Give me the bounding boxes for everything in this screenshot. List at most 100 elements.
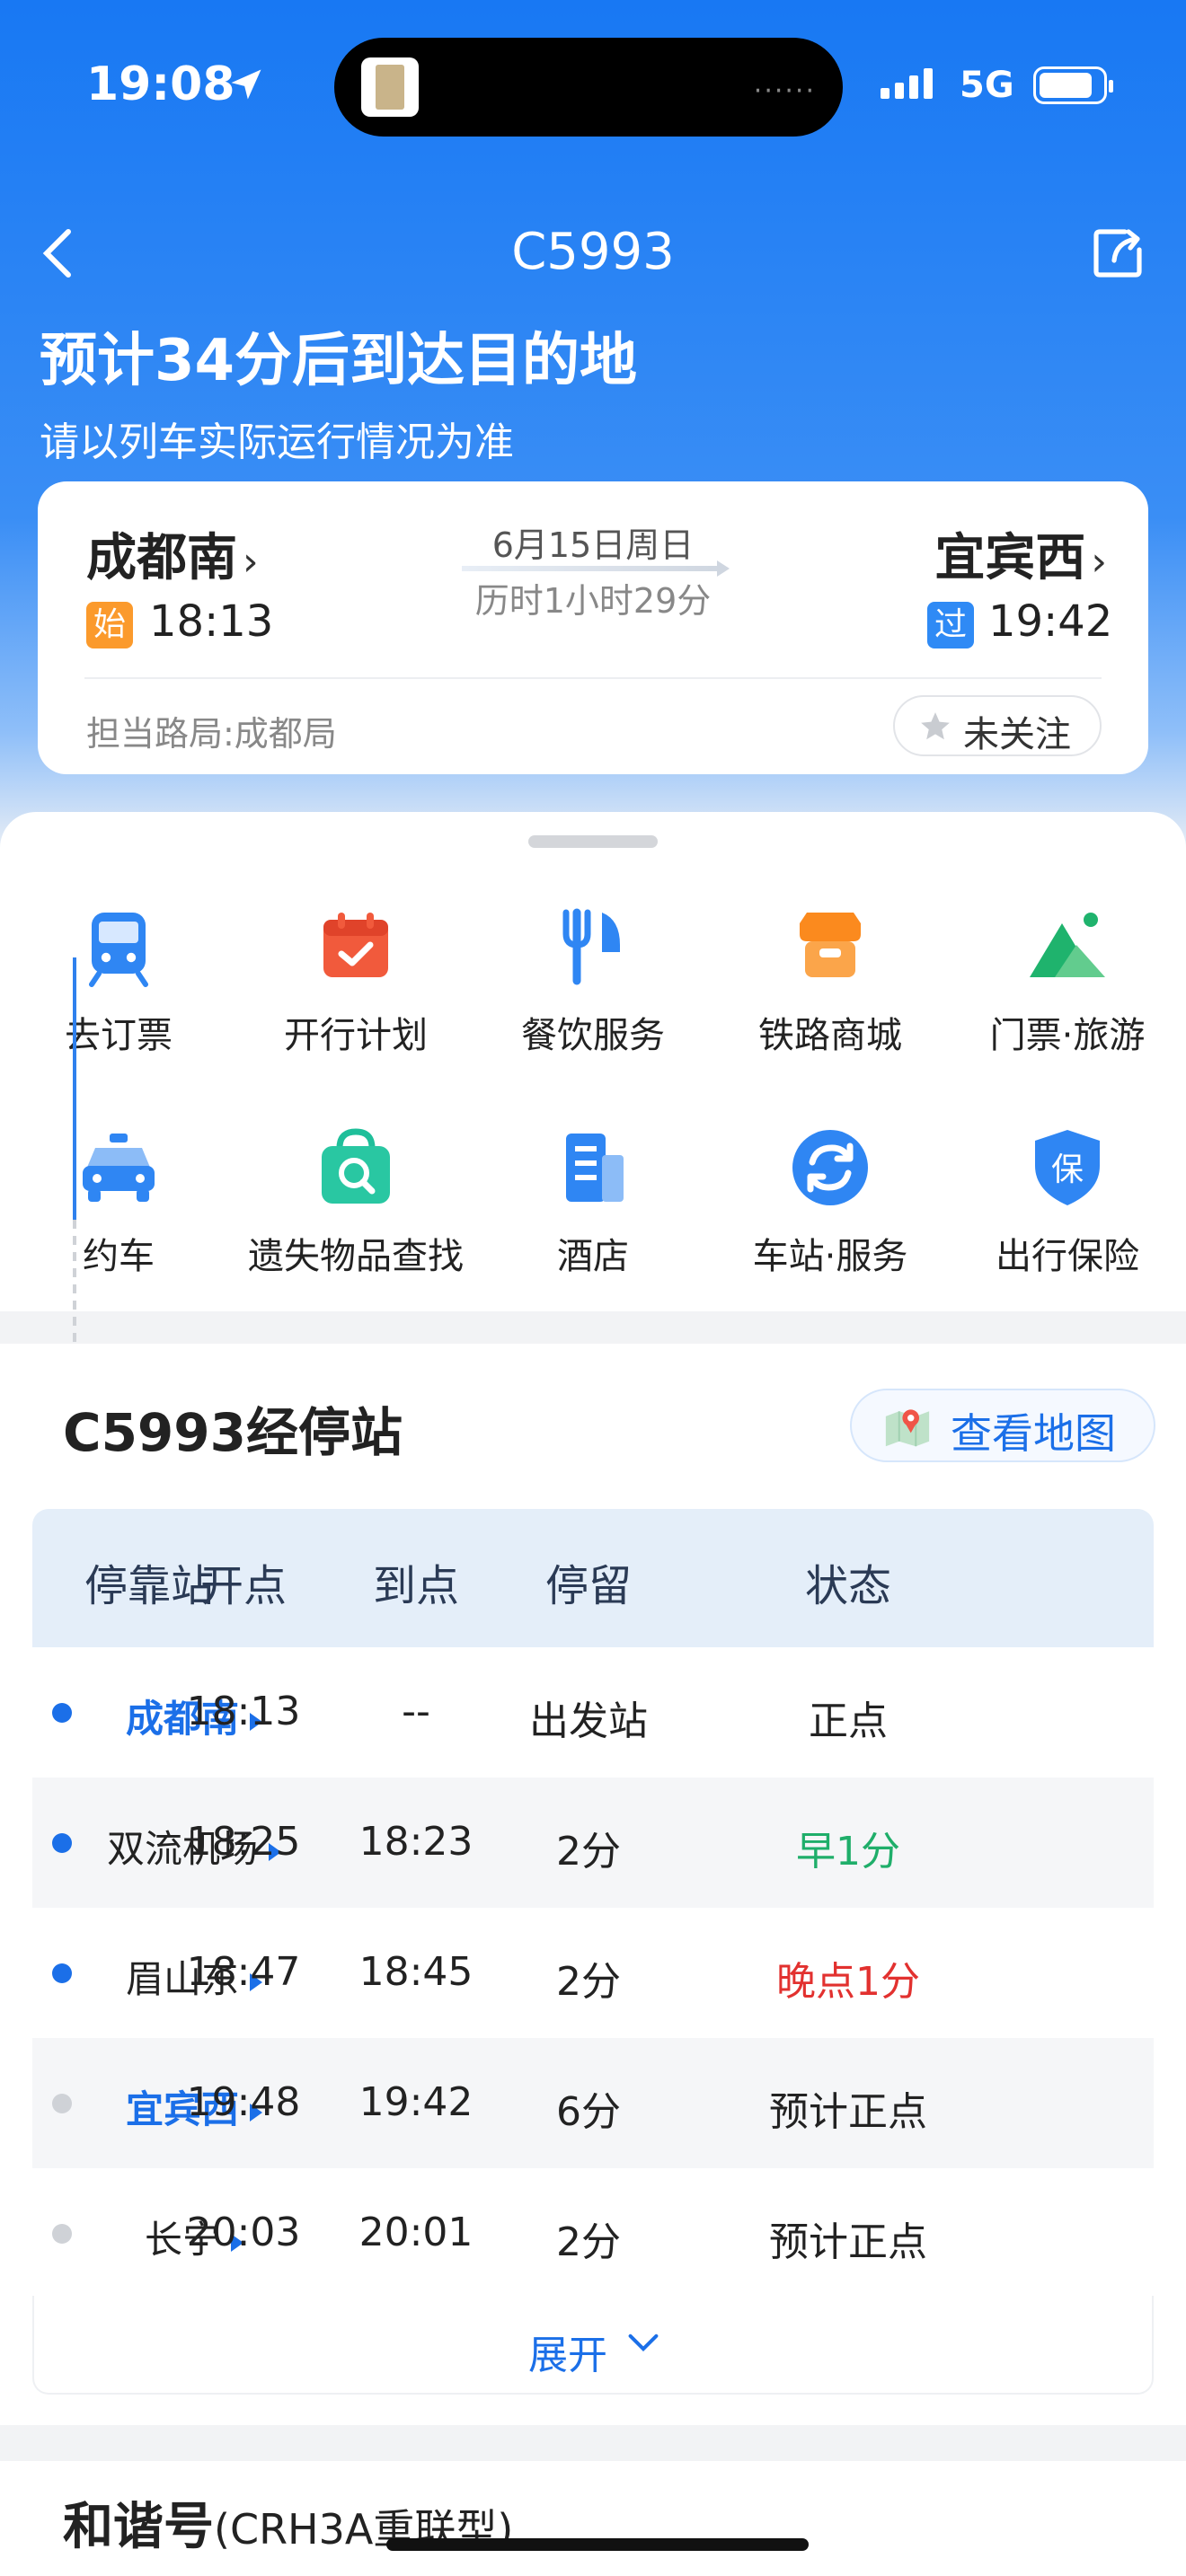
stop-status: 正点: [809, 1698, 888, 1744]
service-label: 遗失物品查找: [248, 1236, 464, 1277]
service-lost-found[interactable]: 遗失物品查找: [237, 1123, 474, 1279]
stop-depart: 20:03: [186, 2210, 301, 2255]
stop-depart: 18:13: [186, 1689, 301, 1734]
calendar-check-icon: [323, 913, 388, 977]
stops-title: C5993经停站: [63, 1402, 403, 1463]
bag-search-icon: [322, 1128, 390, 1204]
stop-arrive: 19:42: [358, 2079, 474, 2125]
table-row[interactable]: 宜宾西 19:48 19:42 6分 预计正点: [32, 2038, 1154, 2168]
home-indicator[interactable]: [386, 2538, 809, 2551]
route-line-upcoming: [73, 1220, 76, 1347]
view-map-button[interactable]: 查看地图: [850, 1389, 1155, 1462]
service-dining[interactable]: 餐饮服务: [474, 902, 712, 1058]
stop-dot: [52, 2224, 72, 2244]
stop-dot: [52, 1833, 72, 1853]
pass-badge: 过: [927, 602, 974, 648]
stop-arrive: 18:23: [358, 1819, 474, 1865]
drag-handle[interactable]: [528, 835, 658, 848]
shield-icon: 保: [1035, 1130, 1100, 1205]
train-model-name: 和谐号: [63, 2498, 214, 2556]
journey-card: 成都南 › 宜宾西 › 6月15日周日 历时1小时29分 始 18:13 过 19:…: [38, 481, 1148, 774]
train-icon: [89, 913, 148, 987]
stop-stay: 2分: [556, 1829, 621, 1875]
stop-dot: [52, 1963, 72, 1983]
origin-badge: 始: [86, 602, 133, 648]
service-insurance[interactable]: 保 出行保险: [949, 1123, 1186, 1279]
header-depart: 开点: [199, 1561, 287, 1611]
follow-button[interactable]: 未关注: [893, 695, 1102, 756]
app-thumbnail: [361, 57, 419, 117]
header-stay: 停留: [544, 1561, 632, 1611]
travel-date: 6月15日周日: [491, 525, 695, 565]
railway-bureau: 担当路局:成都局: [86, 714, 337, 754]
service-book-ticket[interactable]: 去订票: [0, 902, 237, 1058]
service-mall[interactable]: 铁路商城: [712, 902, 949, 1058]
service-label: 酒店: [557, 1236, 629, 1277]
building-icon: [566, 1134, 624, 1202]
island-indicator: ······: [753, 75, 816, 107]
service-car[interactable]: 约车: [0, 1123, 237, 1279]
service-hotel[interactable]: 酒店: [474, 1123, 712, 1279]
table-row[interactable]: 眉山东 18:47 18:45 2分 晚点1分: [32, 1908, 1154, 2038]
stop-status: 预计正点: [769, 2219, 927, 2265]
table-row[interactable]: 双流机场 18:25 18:23 2分 早1分: [32, 1778, 1154, 1908]
refresh-icon: [792, 1130, 868, 1205]
stop-arrive: 20:01: [358, 2210, 474, 2255]
table-row[interactable]: 成都南 18:13 -- 出发站 正点: [32, 1647, 1154, 1778]
page-title: C5993: [511, 223, 675, 281]
header-status: 状态: [804, 1561, 891, 1611]
arrival-note: 请以列车实际运行情况为准: [40, 419, 514, 465]
chevron-down-icon: [628, 2333, 659, 2352]
fork-knife-icon: [562, 908, 620, 985]
stops-section: C5993经停站 查看地图 停靠站 开点 到点 停留 状态 成都南 18:13 …: [0, 1344, 1186, 2425]
divider: [84, 677, 1102, 679]
header-arrive: 到点: [372, 1561, 459, 1611]
stop-arrive: --: [402, 1689, 430, 1734]
map-icon: [885, 1409, 930, 1447]
stop-arrive: 18:45: [358, 1949, 474, 1995]
star-icon: [921, 712, 950, 740]
stop-depart: 18:25: [186, 1819, 301, 1865]
signal-icon: [881, 68, 938, 99]
expand-button[interactable]: 展开: [32, 2296, 1154, 2395]
route-line-passed: [73, 957, 76, 1220]
service-schedule[interactable]: 开行计划: [237, 902, 474, 1058]
service-label: 开行计划: [284, 1015, 428, 1056]
location-arrow-icon: [231, 69, 261, 100]
stop-status: 早1分: [796, 1829, 900, 1875]
service-label: 餐饮服务: [521, 1015, 665, 1056]
stop-stay: 出发站: [529, 1698, 648, 1744]
table-row[interactable]: 长宁 20:03 20:01 2分 预计正点: [32, 2168, 1154, 2298]
dynamic-island: ······: [334, 38, 843, 137]
battery-icon: [1033, 66, 1113, 104]
network-type: 5G: [960, 65, 1014, 106]
service-label: 约车: [83, 1236, 155, 1277]
shop-icon: [800, 913, 861, 977]
stop-status: 晚点1分: [776, 1959, 920, 2005]
stops-table: 停靠站 开点 到点 停留 状态 成都南 18:13 -- 出发站 正点 双流机场…: [32, 1509, 1154, 2299]
share-icon[interactable]: [1089, 225, 1146, 282]
service-label: 去订票: [65, 1015, 173, 1056]
table-header: 停靠站 开点 到点 停留 状态: [32, 1509, 1154, 1647]
view-map-label: 查看地图: [951, 1409, 1116, 1458]
service-label: 车站·服务: [752, 1236, 908, 1277]
stop-status: 预计正点: [769, 2089, 927, 2135]
stop-stay: 6分: [556, 2089, 621, 2135]
stop-dot: [52, 2094, 72, 2113]
insurance-glyph: 保: [1051, 1151, 1084, 1188]
follow-label: 未关注: [963, 714, 1071, 755]
service-label: 出行保险: [996, 1236, 1139, 1277]
stop-stay: 2分: [556, 1959, 621, 2005]
service-station[interactable]: 车站·服务: [712, 1123, 949, 1279]
service-label: 门票·旅游: [989, 1015, 1146, 1056]
departure-time: 18:13: [149, 596, 274, 647]
status-time: 19:08: [86, 57, 235, 111]
car-icon: [83, 1134, 155, 1202]
arrival-time: 19:42: [988, 596, 1113, 647]
service-label: 铁路商城: [758, 1015, 902, 1056]
service-tickets-tour[interactable]: 门票·旅游: [949, 902, 1186, 1058]
train-info-card: 和谐号(CRH3A重联型): [0, 2461, 1186, 2576]
stop-dot: [52, 1703, 72, 1723]
stop-depart: 18:47: [186, 1949, 301, 1995]
duration-arrow: [462, 560, 730, 577]
